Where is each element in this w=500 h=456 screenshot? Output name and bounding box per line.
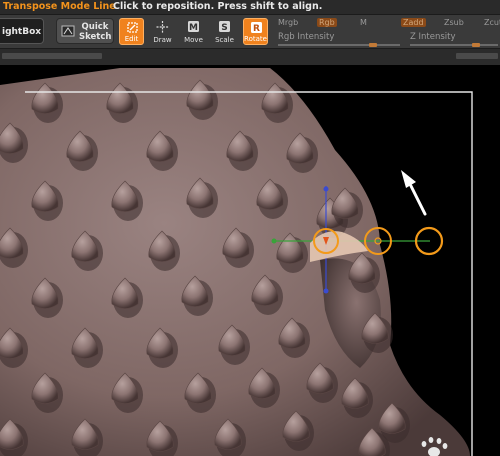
scale-label: Scale xyxy=(215,36,234,44)
rotate-button[interactable]: R Rotate xyxy=(243,18,268,45)
axis-endpoint xyxy=(323,186,329,192)
rotate-label: Rotate xyxy=(244,35,267,43)
canvas-drawing xyxy=(0,68,473,456)
quick-sketch-button[interactable]: Quick Sketch xyxy=(56,18,114,44)
z-intensity-knob[interactable] xyxy=(472,43,480,47)
edit-label: Edit xyxy=(124,35,139,43)
rotate-icon: R xyxy=(251,22,262,34)
mrgb-toggle[interactable]: Mrgb xyxy=(278,18,298,27)
strip-marker xyxy=(2,53,102,59)
m-toggle[interactable]: M xyxy=(360,18,367,27)
edit-icon xyxy=(127,22,138,33)
svg-text:R: R xyxy=(253,24,260,34)
document-canvas[interactable] xyxy=(0,65,500,456)
lightbox-button[interactable]: ightBox xyxy=(0,18,44,44)
axis-endpoint xyxy=(323,288,329,294)
quick-sketch-icon xyxy=(61,25,75,37)
move-button[interactable]: M Move xyxy=(181,18,206,45)
svg-text:S: S xyxy=(221,23,227,33)
edit-button[interactable]: Edit xyxy=(119,18,144,45)
zsub-toggle[interactable]: Zsub xyxy=(444,18,464,27)
zbrush-window: Transpose Mode Line Click to reposition.… xyxy=(0,0,500,456)
status-message: Click to reposition. Press shift to alig… xyxy=(113,1,323,12)
scale-icon: S xyxy=(219,21,230,33)
status-bar: Transpose Mode Line Click to reposition.… xyxy=(0,0,500,15)
draw-label: Draw xyxy=(153,36,172,44)
draw-button[interactable]: Draw xyxy=(150,18,175,45)
draw-icon xyxy=(156,21,169,33)
zcut-toggle[interactable]: Zcut xyxy=(484,18,500,27)
pointer-arrow-icon xyxy=(401,170,427,216)
quick-sketch-label: Quick Sketch xyxy=(79,22,112,42)
rgb-intensity-knob[interactable] xyxy=(369,43,378,47)
rgb-intensity-slider[interactable] xyxy=(278,44,400,46)
scale-button[interactable]: S Scale xyxy=(212,18,237,45)
z-intensity-label: Z Intensity xyxy=(410,32,456,42)
toolbar-strip xyxy=(0,48,500,65)
status-mode-text: Transpose Mode Line xyxy=(3,1,116,12)
rgb-intensity-label: Rgb Intensity xyxy=(278,32,335,42)
rgb-toggle[interactable]: Rgb xyxy=(317,18,337,27)
move-label: Move xyxy=(184,36,203,44)
svg-text:M: M xyxy=(189,23,198,33)
strip-marker xyxy=(456,53,498,59)
move-icon: M xyxy=(188,21,199,33)
zadd-toggle[interactable]: Zadd xyxy=(401,18,426,27)
z-intensity-slider[interactable] xyxy=(410,44,498,46)
axis-endpoint xyxy=(271,238,277,244)
